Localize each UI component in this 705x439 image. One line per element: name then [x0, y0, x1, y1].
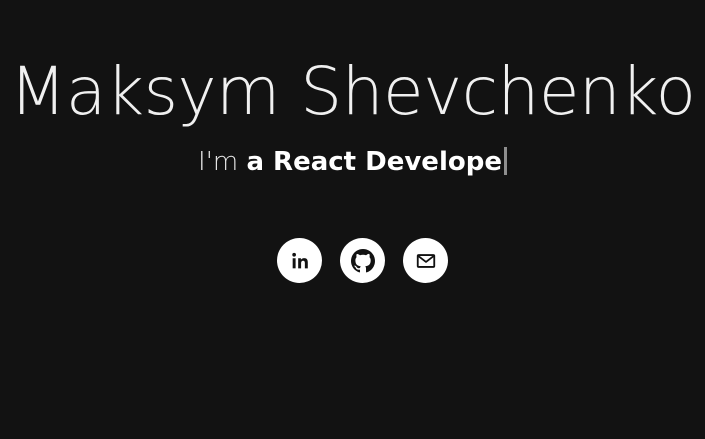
- github-button[interactable]: [340, 238, 385, 283]
- tagline-prefix: I'm: [198, 147, 247, 177]
- linkedin-icon: [289, 250, 311, 272]
- hero-section: Maksym Shevchenko I'm a React Develope: [0, 0, 705, 439]
- email-button[interactable]: [403, 238, 448, 283]
- linkedin-button[interactable]: [277, 238, 322, 283]
- social-links: [277, 238, 449, 284]
- typing-cursor: [503, 147, 507, 175]
- tagline: I'm a React Develope: [0, 144, 705, 180]
- tagline-role: a React Develope: [246, 147, 502, 177]
- page-title: Maksym Shevchenko: [9, 53, 696, 130]
- email-icon: [415, 250, 437, 272]
- github-icon: [350, 248, 375, 273]
